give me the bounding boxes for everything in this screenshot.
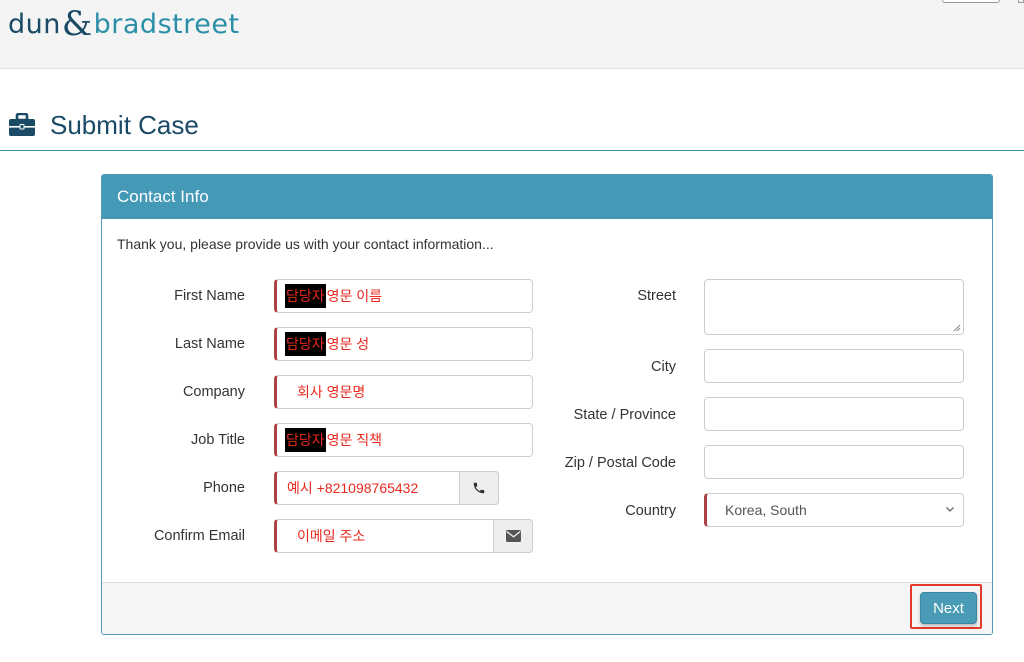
country-select[interactable]: Korea, South <box>704 493 964 527</box>
first-name-value: 영문 이름 <box>326 288 383 304</box>
last-name-value: 영문 성 <box>326 336 370 352</box>
confirm-email-value: 이메일 주소 <box>297 528 366 544</box>
job-title-input[interactable]: 담당자 영문 직책 <box>274 423 533 457</box>
confirm-email-input[interactable]: 이메일 주소 <box>274 519 533 553</box>
city-input[interactable] <box>704 349 964 383</box>
next-button[interactable]: Next <box>920 592 977 624</box>
briefcase-icon <box>9 113 35 136</box>
confirm-email-label: Confirm Email <box>153 528 245 544</box>
state-label: State / Province <box>573 407 676 423</box>
phone-addon <box>459 471 499 505</box>
country-label: Country <box>625 503 676 519</box>
street-textarea[interactable] <box>704 279 964 335</box>
redaction-box: 담당자 <box>285 428 326 452</box>
state-input[interactable] <box>704 397 964 431</box>
page-title-text: Submit Case <box>50 109 199 140</box>
panel-footer <box>102 582 992 634</box>
envelope-icon <box>505 530 521 542</box>
logo-ampersand: & <box>61 4 93 44</box>
city-label: City <box>651 359 676 375</box>
dnb-logo[interactable]: dun&bradstreet <box>8 2 240 44</box>
intro-text: Thank you, please provide us with your c… <box>117 236 494 252</box>
phone-icon <box>473 482 485 494</box>
first-name-label: First Name <box>174 288 245 304</box>
company-input[interactable]: 회사 영문명 <box>274 375 533 409</box>
redaction-box: 담당자 <box>285 332 326 356</box>
first-name-input[interactable]: 담당자 영문 이름 <box>274 279 533 313</box>
logo-text-dun: dun <box>8 9 61 40</box>
chevron-down-icon <box>946 507 954 512</box>
phone-input[interactable]: 예시 +821098765432 <box>274 471 499 505</box>
header-control[interactable] <box>1018 0 1024 3</box>
title-divider <box>0 150 1024 151</box>
zip-label: Zip / Postal Code <box>564 455 676 471</box>
email-addon <box>493 519 533 553</box>
company-label: Company <box>182 384 245 400</box>
company-value: 회사 영문명 <box>297 384 366 400</box>
site-header: dun&bradstreet <box>0 0 1024 69</box>
last-name-input[interactable]: 담당자 영문 성 <box>274 327 533 361</box>
last-name-label: Last Name <box>174 336 245 352</box>
redaction-box: 담당자 <box>285 284 326 308</box>
job-title-value: 영문 직책 <box>326 432 383 448</box>
page-title: Submit Case <box>8 108 199 142</box>
panel-heading: Contact Info <box>102 175 992 219</box>
resize-grip-icon[interactable] <box>953 324 961 332</box>
street-label: Street <box>637 288 676 304</box>
phone-label: Phone <box>203 480 245 496</box>
job-title-label: Job Title <box>191 432 245 448</box>
zip-input[interactable] <box>704 445 964 479</box>
logo-text-bradstreet: bradstreet <box>93 9 240 40</box>
header-button[interactable] <box>942 0 1000 3</box>
country-value: Korea, South <box>725 502 807 518</box>
phone-value: 예시 +821098765432 <box>287 480 419 496</box>
